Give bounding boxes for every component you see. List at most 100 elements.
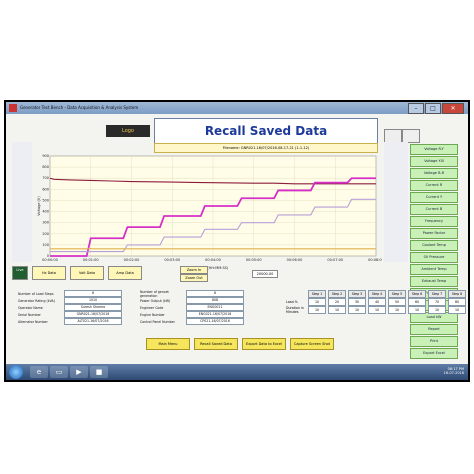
data-button[interactable]: Amp Data: [108, 266, 142, 280]
data-button[interactable]: Hz Data: [32, 266, 66, 280]
panel-button[interactable]: Export Excel: [410, 348, 458, 359]
form-label: Engineer Code: [140, 305, 164, 310]
x-tick-label: 00:04:00: [205, 258, 221, 262]
app-area: Logo Recall Saved Data Filename: GNR021-…: [6, 114, 468, 364]
app-icon[interactable]: ■: [90, 366, 108, 378]
step-cell[interactable]: 60: [408, 298, 426, 306]
ie-icon[interactable]: e: [30, 366, 48, 378]
step-cell[interactable]: 10: [308, 306, 326, 314]
form-middle: Number of genset generation 8 Power Output…: [140, 290, 244, 325]
form-field[interactable]: ENG0011: [186, 304, 244, 311]
form-label: Operator Name: [18, 305, 43, 310]
step-cell[interactable]: 10: [428, 306, 446, 314]
x-tick-label: 00:01:00: [83, 258, 99, 262]
form-row: Control Panel Number CP021-16/07/2016: [140, 318, 244, 325]
form-field[interactable]: ENG021-16/07/2016: [186, 311, 244, 318]
form-field[interactable]: GNR021-16/07/2016: [64, 311, 122, 318]
panel-button[interactable]: Current Y: [410, 192, 458, 203]
screen: Generator Test Bench - Data Acquisition …: [6, 102, 468, 380]
page-title: Recall Saved Data: [154, 118, 378, 144]
media-icon[interactable]: ▶: [70, 366, 88, 378]
close-button[interactable]: ✕: [442, 103, 464, 114]
form-field[interactable]: 1010: [64, 297, 122, 304]
form-label: Generator Rating (kVA): [18, 298, 55, 303]
x-tick-label: 00:08:00: [368, 258, 382, 262]
y-tick-label: 300: [42, 221, 49, 225]
panel-button[interactable]: Voltage B-R: [410, 168, 458, 179]
chart: 010020030040050060070080090000:00:00 00:0…: [37, 154, 382, 270]
panel-button[interactable]: Current R: [410, 180, 458, 191]
step-cell[interactable]: 20: [328, 298, 346, 306]
step-cell[interactable]: 10: [328, 306, 346, 314]
data-button[interactable]: Volt Data: [70, 266, 104, 280]
step-cell[interactable]: 30: [348, 298, 366, 306]
header-button-right[interactable]: [402, 129, 420, 143]
panel-button[interactable]: Exhaust Temp: [410, 276, 458, 287]
panel-button[interactable]: Oil Pressure: [410, 252, 458, 263]
step-cell[interactable]: 70: [428, 298, 446, 306]
step-cell[interactable]: 10: [388, 306, 406, 314]
step-cell[interactable]: 40: [368, 298, 386, 306]
left-axis-panel: [12, 142, 32, 262]
action-button[interactable]: Capture Screen Shot: [290, 338, 334, 350]
form-field[interactable]: 808: [186, 297, 244, 304]
clock-date: 16-07-2016: [443, 371, 464, 375]
action-button[interactable]: Main Menu: [146, 338, 190, 350]
form-row: Power Output (kW) 808: [140, 297, 244, 304]
step-header: Step 3: [348, 290, 366, 298]
form-field[interactable]: 8: [64, 290, 122, 297]
form-field[interactable]: ALT021-16/07/2016: [64, 318, 122, 325]
step-cell[interactable]: 10: [448, 306, 466, 314]
panel-button[interactable]: Print: [410, 336, 458, 347]
panel-button[interactable]: Coolant Temp: [410, 240, 458, 251]
panel-button[interactable]: Voltage Y-B: [410, 156, 458, 167]
window-title: Generator Test Bench - Data Acquisition …: [20, 105, 139, 110]
panel-button[interactable]: Voltage R-Y: [410, 144, 458, 155]
form-label: Alternator Number: [18, 319, 48, 324]
folder-icon[interactable]: ▭: [50, 366, 68, 378]
form-row: Engineer Code ENG0011: [140, 304, 244, 311]
y-tick-label: 900: [42, 154, 49, 158]
y-tick-label: 600: [42, 187, 49, 191]
form-row: Number of Load Steps 8: [18, 290, 122, 297]
x-tick-label: 00:00:00: [42, 258, 58, 262]
step-header: Step 6: [408, 290, 426, 298]
action-button[interactable]: Recall Saved Data: [194, 338, 238, 350]
form-label: Number of Load Steps: [18, 291, 54, 296]
minimize-button[interactable]: –: [408, 103, 424, 114]
form-field[interactable]: CP021-16/07/2016: [186, 318, 244, 325]
right-panel: Voltage R-Y Voltage Y-B Voltage B-R Current…: [410, 144, 458, 359]
zoom-in-button[interactable]: Zoom In: [180, 266, 208, 274]
zoom-out-button[interactable]: Zoom Out: [180, 274, 208, 282]
window-titlebar: Generator Test Bench - Data Acquisition …: [6, 102, 468, 114]
panel-button[interactable]: Current B: [410, 204, 458, 215]
x-tick-label: 00:06:00: [287, 258, 303, 262]
panel-button[interactable]: Frequency: [410, 216, 458, 227]
step-cell[interactable]: 10: [308, 298, 326, 306]
x-tick-label: 00:02:00: [124, 258, 140, 262]
steps-row: Load % 10 20 30 40 50 60 70 80: [286, 298, 468, 306]
centre-readout: 20000.00: [252, 270, 278, 278]
form-label: Number of genset generation: [140, 289, 169, 298]
y-tick-label: 400: [42, 210, 49, 214]
maximize-button[interactable]: □: [425, 103, 441, 114]
step-header: Step 2: [328, 290, 346, 298]
start-button[interactable]: [9, 365, 23, 379]
form-label: Serial Number: [18, 312, 41, 317]
form-field[interactable]: Suresh Sharma: [64, 304, 122, 311]
step-cell[interactable]: 10: [368, 306, 386, 314]
live-tile[interactable]: Live: [12, 266, 28, 280]
step-cell[interactable]: 10: [348, 306, 366, 314]
header-button-left[interactable]: [384, 129, 402, 143]
form-field[interactable]: 8: [186, 290, 244, 297]
step-cell[interactable]: 10: [408, 306, 426, 314]
panel-button[interactable]: Report: [410, 324, 458, 335]
action-button[interactable]: Export Data to Excel: [242, 338, 286, 350]
panel-button[interactable]: Power Factor: [410, 228, 458, 239]
system-tray: 08:17 PM 16-07-2016: [444, 367, 464, 375]
monitor-bezel: Generator Test Bench - Data Acquisition …: [4, 100, 470, 382]
right-axis-panel: [384, 142, 408, 262]
panel-button[interactable]: Ambient Temp: [410, 264, 458, 275]
step-cell[interactable]: 80: [448, 298, 466, 306]
step-cell[interactable]: 50: [388, 298, 406, 306]
